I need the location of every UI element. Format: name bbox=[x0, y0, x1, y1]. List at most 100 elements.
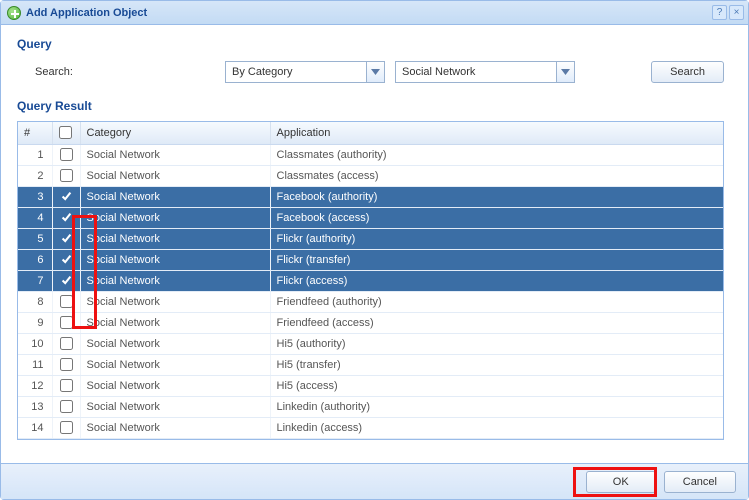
row-checkbox-cell bbox=[52, 228, 80, 249]
category-combo[interactable]: Social Network bbox=[395, 61, 575, 83]
row-application: Classmates (access) bbox=[270, 165, 723, 186]
row-checkbox[interactable] bbox=[60, 232, 73, 245]
row-checkbox[interactable] bbox=[60, 253, 73, 266]
row-category: Social Network bbox=[80, 354, 270, 375]
row-checkbox[interactable] bbox=[60, 400, 73, 413]
query-section-title: Query bbox=[17, 33, 724, 57]
dialog-content: Query Search: By Category Social Network… bbox=[1, 25, 748, 463]
table-row[interactable]: 3Social NetworkFacebook (authority) bbox=[18, 186, 723, 207]
row-category: Social Network bbox=[80, 417, 270, 438]
row-application: Flickr (access) bbox=[270, 270, 723, 291]
row-checkbox-cell bbox=[52, 333, 80, 354]
row-number: 11 bbox=[18, 354, 52, 375]
row-number: 14 bbox=[18, 417, 52, 438]
row-application: Flickr (authority) bbox=[270, 228, 723, 249]
row-checkbox[interactable] bbox=[60, 295, 73, 308]
table-row[interactable]: 4Social NetworkFacebook (access) bbox=[18, 207, 723, 228]
col-header-num[interactable]: # bbox=[18, 122, 52, 144]
close-button[interactable]: × bbox=[729, 5, 744, 20]
table-row[interactable]: 2Social NetworkClassmates (access) bbox=[18, 165, 723, 186]
col-header-application[interactable]: Application bbox=[270, 122, 723, 144]
content-scroll[interactable]: Query Search: By Category Social Network… bbox=[9, 33, 740, 455]
table-row[interactable]: 9Social NetworkFriendfeed (access) bbox=[18, 312, 723, 333]
search-mode-combo[interactable]: By Category bbox=[225, 61, 385, 83]
row-checkbox[interactable] bbox=[60, 379, 73, 392]
result-section-title: Query Result bbox=[17, 95, 724, 119]
search-button[interactable]: Search bbox=[651, 61, 724, 83]
window-title: Add Application Object bbox=[26, 7, 147, 19]
row-number: 3 bbox=[18, 186, 52, 207]
row-application: Linkedin (access) bbox=[270, 417, 723, 438]
table-row[interactable]: 11 Social NetworkHi5 (transfer) bbox=[18, 354, 723, 375]
row-checkbox[interactable] bbox=[60, 337, 73, 350]
row-category: Social Network bbox=[80, 270, 270, 291]
row-category: Social Network bbox=[80, 375, 270, 396]
row-number: 10 bbox=[18, 333, 52, 354]
dialog-footer: OK Cancel bbox=[1, 463, 748, 499]
chevron-down-icon[interactable] bbox=[366, 62, 384, 82]
row-checkbox[interactable] bbox=[60, 211, 73, 224]
row-application: Friendfeed (authority) bbox=[270, 291, 723, 312]
search-label: Search: bbox=[35, 66, 215, 78]
table-row[interactable]: 7 Social NetworkFlickr (access) bbox=[18, 270, 723, 291]
row-checkbox-cell bbox=[52, 186, 80, 207]
row-application: Hi5 (transfer) bbox=[270, 354, 723, 375]
row-number: 9 bbox=[18, 312, 52, 333]
select-all-checkbox[interactable] bbox=[59, 126, 72, 139]
row-category: Social Network bbox=[80, 396, 270, 417]
row-category: Social Network bbox=[80, 291, 270, 312]
category-value: Social Network bbox=[396, 66, 556, 78]
row-checkbox-cell bbox=[52, 291, 80, 312]
ok-button[interactable]: OK bbox=[586, 471, 656, 493]
col-header-category[interactable]: Category bbox=[80, 122, 270, 144]
table-row[interactable]: 8 Social NetworkFriendfeed (authority) bbox=[18, 291, 723, 312]
table-row[interactable]: 1Social NetworkClassmates (authority) bbox=[18, 144, 723, 165]
table-header-row: # Category Application bbox=[18, 122, 723, 144]
row-number: 12 bbox=[18, 375, 52, 396]
row-checkbox-cell bbox=[52, 312, 80, 333]
table-row[interactable]: 13 Social NetworkLinkedin (authority) bbox=[18, 396, 723, 417]
table-row[interactable]: 10 Social NetworkHi5 (authority) bbox=[18, 333, 723, 354]
row-category: Social Network bbox=[80, 165, 270, 186]
row-checkbox-cell bbox=[52, 417, 80, 438]
row-checkbox-cell bbox=[52, 396, 80, 417]
col-header-checkbox[interactable] bbox=[52, 122, 80, 144]
row-checkbox[interactable] bbox=[60, 421, 73, 434]
row-category: Social Network bbox=[80, 333, 270, 354]
row-checkbox[interactable] bbox=[60, 169, 73, 182]
help-button[interactable]: ? bbox=[712, 5, 727, 20]
row-number: 13 bbox=[18, 396, 52, 417]
chevron-down-icon[interactable] bbox=[556, 62, 574, 82]
row-checkbox[interactable] bbox=[60, 358, 73, 371]
row-application: Linkedin (authority) bbox=[270, 396, 723, 417]
row-number: 5 bbox=[18, 228, 52, 249]
row-number: 4 bbox=[18, 207, 52, 228]
cancel-button[interactable]: Cancel bbox=[664, 471, 736, 493]
add-icon bbox=[7, 6, 21, 20]
row-checkbox-cell bbox=[52, 144, 80, 165]
row-checkbox-cell bbox=[52, 354, 80, 375]
row-checkbox[interactable] bbox=[60, 274, 73, 287]
row-application: Hi5 (authority) bbox=[270, 333, 723, 354]
row-application: Facebook (authority) bbox=[270, 186, 723, 207]
row-application: Flickr (transfer) bbox=[270, 249, 723, 270]
row-checkbox[interactable] bbox=[60, 190, 73, 203]
row-checkbox[interactable] bbox=[60, 148, 73, 161]
table-row[interactable]: 12 Social NetworkHi5 (access) bbox=[18, 375, 723, 396]
table-row[interactable]: 5Social NetworkFlickr (authority) bbox=[18, 228, 723, 249]
table-row[interactable]: 14 Social NetworkLinkedin (access) bbox=[18, 417, 723, 438]
row-checkbox-cell bbox=[52, 375, 80, 396]
row-checkbox-cell bbox=[52, 207, 80, 228]
row-category: Social Network bbox=[80, 312, 270, 333]
row-number: 7 bbox=[18, 270, 52, 291]
table-row[interactable]: 6Social NetworkFlickr (transfer) bbox=[18, 249, 723, 270]
row-category: Social Network bbox=[80, 249, 270, 270]
row-application: Classmates (authority) bbox=[270, 144, 723, 165]
row-checkbox[interactable] bbox=[60, 316, 73, 329]
row-application: Hi5 (access) bbox=[270, 375, 723, 396]
result-table-wrap: # Category Application 1Social NetworkCl… bbox=[17, 121, 724, 440]
row-number: 8 bbox=[18, 291, 52, 312]
search-mode-value: By Category bbox=[226, 66, 366, 78]
row-category: Social Network bbox=[80, 207, 270, 228]
row-checkbox-cell bbox=[52, 165, 80, 186]
